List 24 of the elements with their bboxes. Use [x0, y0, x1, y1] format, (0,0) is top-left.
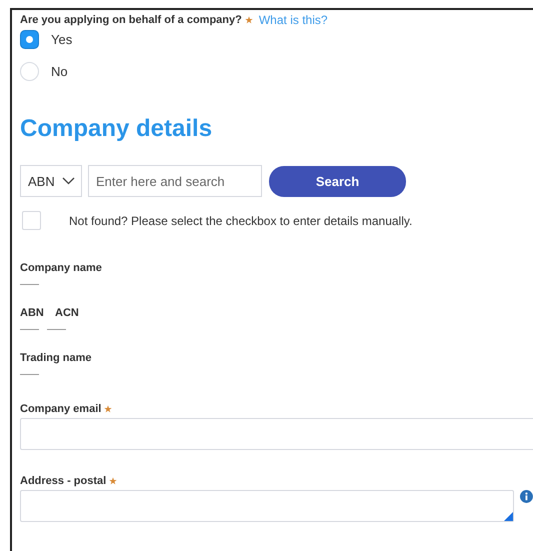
detail-label: ABN — [20, 307, 45, 319]
input-field[interactable] — [20, 418, 533, 450]
detail-label: ACN — [55, 307, 80, 319]
empty-value-line — [47, 329, 66, 330]
resize-handle-icon[interactable] — [504, 512, 514, 521]
search-button[interactable]: Search — [269, 166, 406, 196]
option-label: Yes — [51, 32, 72, 46]
empty-value-line — [20, 374, 39, 375]
id-type-dropdown[interactable]: ABN — [20, 165, 82, 197]
checkbox-label: Not found? Please select the checkbox to enter details manually. — [69, 214, 412, 228]
section-heading: Company details — [20, 115, 214, 143]
info-icon[interactable] — [520, 490, 533, 503]
question-label: Are you applying on behalf of a company? — [20, 14, 242, 26]
chevron-down-icon — [62, 177, 75, 185]
radio-button[interactable] — [20, 30, 39, 48]
manual-entry-checkbox[interactable] — [22, 211, 41, 230]
empty-value-line — [20, 329, 39, 330]
field-label: Address - postal — [20, 475, 106, 487]
option-label: No — [51, 64, 68, 78]
field-label: Company email — [20, 403, 102, 415]
empty-value-line — [20, 284, 39, 285]
detail-label: Company name — [20, 262, 103, 274]
search-field[interactable]: Enter here and search — [88, 165, 262, 197]
detail-label: Trading name — [20, 352, 93, 364]
